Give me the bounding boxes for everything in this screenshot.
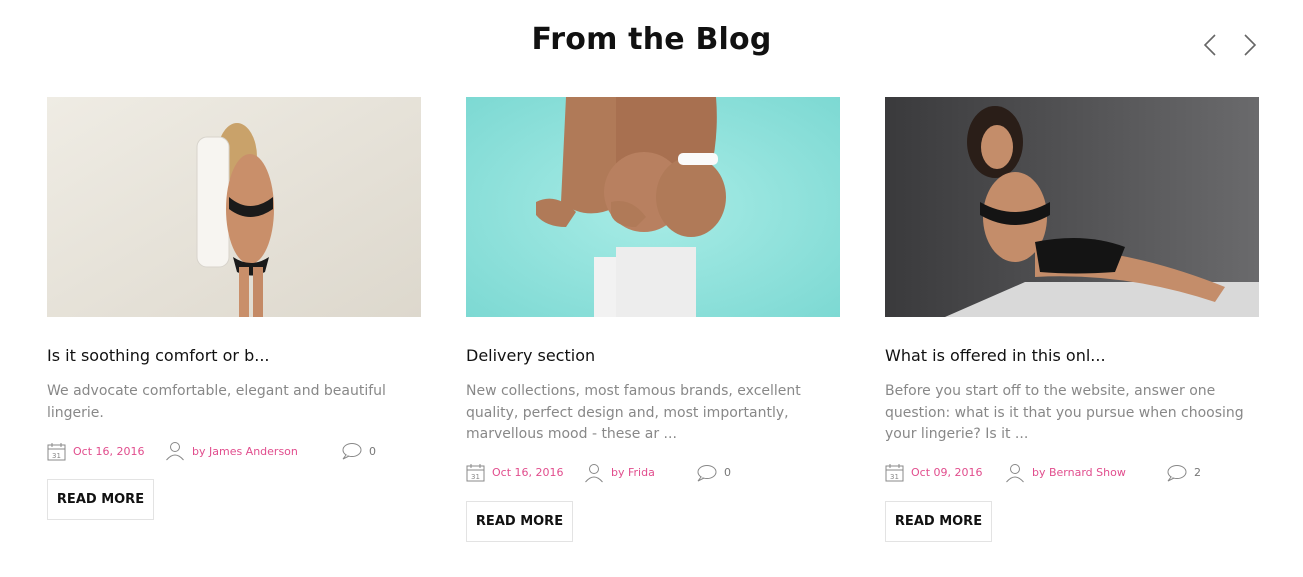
post-date-text: Oct 16, 2016 <box>73 444 145 458</box>
svg-text:31: 31 <box>890 473 899 481</box>
post-date: 31 Oct 09, 2016 <box>885 462 983 484</box>
user-icon <box>166 442 184 461</box>
blog-post-image[interactable] <box>466 97 840 317</box>
blog-post-image[interactable] <box>47 97 421 317</box>
blog-post-excerpt: We advocate comfortable, elegant and bea… <box>47 383 386 421</box>
blog-post-excerpt: Before you start off to the website, ans… <box>885 383 1244 442</box>
blog-photo-icon <box>466 97 840 317</box>
post-comments[interactable]: 0 <box>696 462 731 484</box>
post-date-text: Oct 16, 2016 <box>492 466 564 479</box>
post-author[interactable]: by Frida <box>584 462 655 484</box>
post-date: 31 Oct 16, 2016 <box>466 462 564 484</box>
post-author[interactable]: by James Anderson <box>165 440 298 462</box>
blog-post-image[interactable] <box>885 97 1259 317</box>
carousel-prev-button[interactable] <box>1198 32 1224 58</box>
blog-post-title[interactable]: Is it soothing comfort or b... <box>47 345 421 367</box>
post-author-text: by James Anderson <box>192 444 298 458</box>
blog-post-excerpt: New collections, most famous brands, exc… <box>466 383 801 442</box>
user-icon <box>585 463 603 482</box>
comment-icon <box>1167 464 1187 481</box>
post-comments-count: 2 <box>1194 466 1201 479</box>
comment-icon <box>342 443 362 460</box>
calendar-icon: 31 <box>47 442 66 460</box>
post-date: 31 Oct 16, 2016 <box>47 440 145 462</box>
user-icon <box>1006 463 1024 482</box>
read-more-button[interactable]: READ MORE <box>885 500 992 542</box>
read-more-button[interactable]: READ MORE <box>47 479 154 520</box>
svg-text:31: 31 <box>52 452 61 460</box>
post-comments-count: 0 <box>724 466 731 479</box>
blog-post-card: Delivery section New collections, most f… <box>466 97 840 542</box>
chevron-left-icon <box>1203 34 1216 56</box>
chevron-right-icon <box>1244 34 1257 56</box>
post-author-text: by Frida <box>611 466 655 479</box>
blog-post-title[interactable]: Delivery section <box>466 345 840 367</box>
comment-icon <box>697 464 717 481</box>
blog-post-meta: 31 Oct 09, 2016 by Bernard Show 2 <box>885 462 1259 484</box>
post-comments-count: 0 <box>369 444 376 458</box>
calendar-icon: 31 <box>885 464 904 482</box>
post-author-text: by Bernard Show <box>1032 466 1126 479</box>
blog-post-meta: 31 Oct 16, 2016 by James Anderson 0 <box>47 440 421 462</box>
post-author[interactable]: by Bernard Show <box>1005 462 1126 484</box>
post-comments[interactable]: 2 <box>1166 462 1201 484</box>
post-date-text: Oct 09, 2016 <box>911 466 983 479</box>
blog-post-card: What is offered in this onl... Before yo… <box>885 97 1259 542</box>
section-title: From the Blog <box>531 22 772 57</box>
post-comments[interactable]: 0 <box>341 440 376 462</box>
blog-photo-icon <box>47 97 421 317</box>
carousel-next-button[interactable] <box>1236 32 1262 58</box>
blog-post-card: Is it soothing comfort or b... We advoca… <box>47 97 421 520</box>
calendar-icon: 31 <box>466 464 485 482</box>
blog-post-title[interactable]: What is offered in this onl... <box>885 345 1259 367</box>
read-more-button[interactable]: READ MORE <box>466 500 573 542</box>
blog-post-meta: 31 Oct 16, 2016 by Frida 0 <box>466 462 840 484</box>
svg-text:31: 31 <box>471 473 480 481</box>
blog-photo-icon <box>885 97 1259 317</box>
